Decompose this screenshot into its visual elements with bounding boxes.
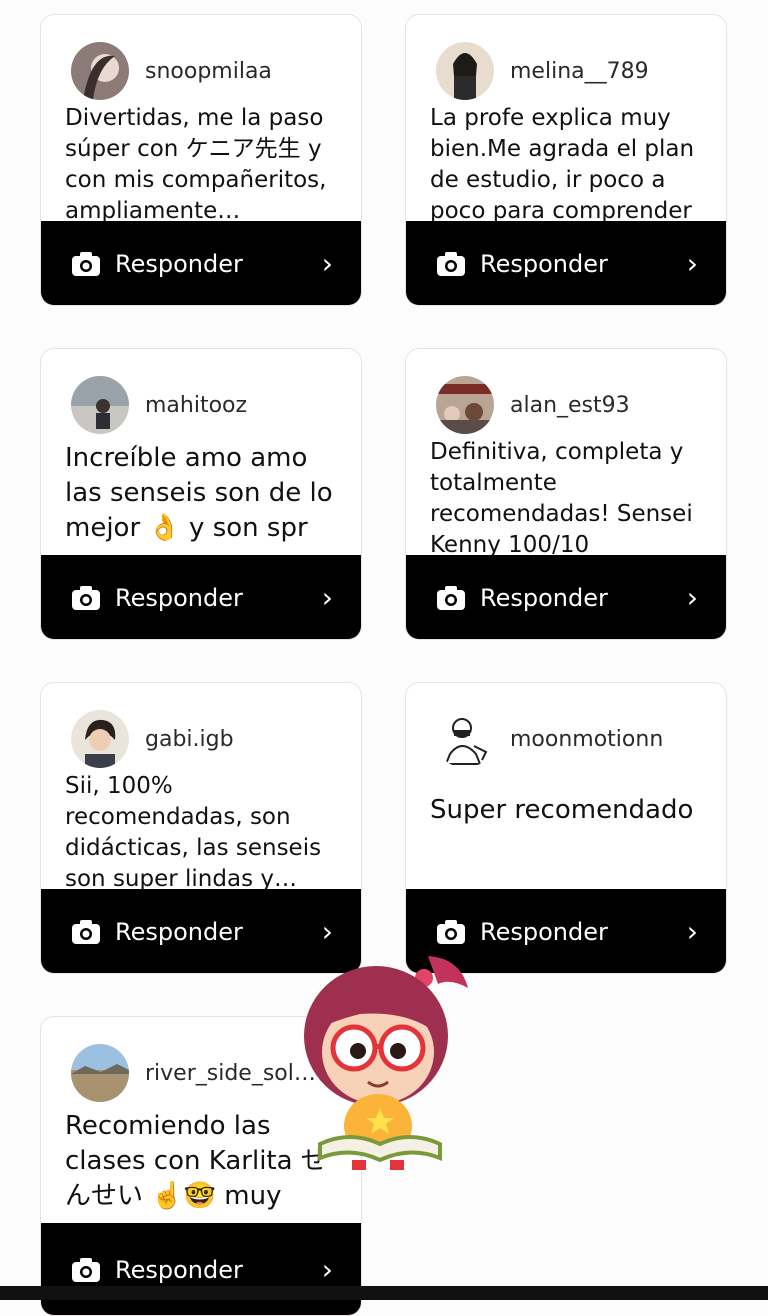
camera-icon: [72, 1258, 100, 1282]
comment-text: Super recomendado: [430, 795, 694, 825]
username[interactable]: river_side_sol…: [145, 1061, 316, 1086]
reply-label: Responder: [480, 918, 608, 946]
camera-icon: [72, 920, 100, 944]
card-header: river_side_sol…: [71, 1044, 316, 1102]
reply-label: Responder: [115, 918, 243, 946]
chevron-right-icon: ›: [686, 915, 698, 948]
comment-card: alan_est93 Definitiva, completa y totalm…: [405, 348, 727, 640]
camera-icon: [437, 586, 465, 610]
card-header: moonmotionn: [436, 710, 663, 768]
username[interactable]: melina__789: [510, 59, 649, 84]
camera-icon: [437, 252, 465, 276]
comment-card: moonmotionn Super recomendado Responder …: [405, 682, 727, 974]
chevron-right-icon: ›: [321, 1253, 333, 1286]
chevron-right-icon: ›: [321, 581, 333, 614]
chevron-right-icon: ›: [321, 915, 333, 948]
card-header: mahitooz: [71, 376, 247, 434]
reply-label: Responder: [115, 250, 243, 278]
chevron-right-icon: ›: [321, 247, 333, 280]
reply-button[interactable]: Responder ›: [41, 555, 361, 639]
reply-button[interactable]: Responder ›: [41, 221, 361, 305]
comment-card: melina__789 La profe explica muy bien.Me…: [405, 14, 727, 306]
username[interactable]: snoopmilaa: [145, 59, 272, 84]
camera-icon: [72, 586, 100, 610]
reply-label: Responder: [115, 584, 243, 612]
comment-card: snoopmilaa Divertidas, me la paso súper …: [40, 14, 362, 306]
avatar[interactable]: [71, 1044, 129, 1102]
avatar[interactable]: [436, 42, 494, 100]
username[interactable]: alan_est93: [510, 393, 630, 418]
avatar[interactable]: [436, 710, 494, 768]
reply-label: Responder: [480, 250, 608, 278]
reply-button[interactable]: Responder ›: [406, 555, 726, 639]
reply-label: Responder: [115, 1256, 243, 1284]
username[interactable]: mahitooz: [145, 393, 247, 418]
reply-button[interactable]: Responder ›: [41, 1223, 361, 1315]
avatar[interactable]: [71, 42, 129, 100]
comment-text: Divertidas, me la paso súper con ケニア先生 y…: [65, 105, 327, 224]
mascot-sticker: [304, 956, 468, 1170]
username[interactable]: gabi.igb: [145, 727, 234, 752]
reply-label: Responder: [480, 584, 608, 612]
card-header: alan_est93: [436, 376, 630, 434]
card-header: melina__789: [436, 42, 649, 100]
card-header: snoopmilaa: [71, 42, 272, 100]
chevron-right-icon: ›: [686, 581, 698, 614]
comment-text: Sii, 100% recomendadas, son didácticas, …: [65, 773, 322, 892]
card-header: gabi.igb: [71, 710, 234, 768]
avatar[interactable]: [71, 376, 129, 434]
comment-text: Definitiva, completa y totalmente recome…: [430, 439, 693, 558]
comment-text: Increíble amo amo las senseis son de lo …: [65, 443, 333, 543]
comment-text: La profe explica muy bien.Me agrada el p…: [430, 105, 695, 224]
camera-icon: [72, 252, 100, 276]
reply-button[interactable]: Responder ›: [406, 221, 726, 305]
avatar[interactable]: [71, 710, 129, 768]
comment-card: gabi.igb Sii, 100% recomendadas, son did…: [40, 682, 362, 974]
avatar[interactable]: [436, 376, 494, 434]
username[interactable]: moonmotionn: [510, 727, 663, 752]
chevron-right-icon: ›: [686, 247, 698, 280]
comment-card: mahitooz Increíble amo amo las senseis s…: [40, 348, 362, 640]
camera-icon: [437, 920, 465, 944]
bottom-edge: [0, 1286, 768, 1300]
